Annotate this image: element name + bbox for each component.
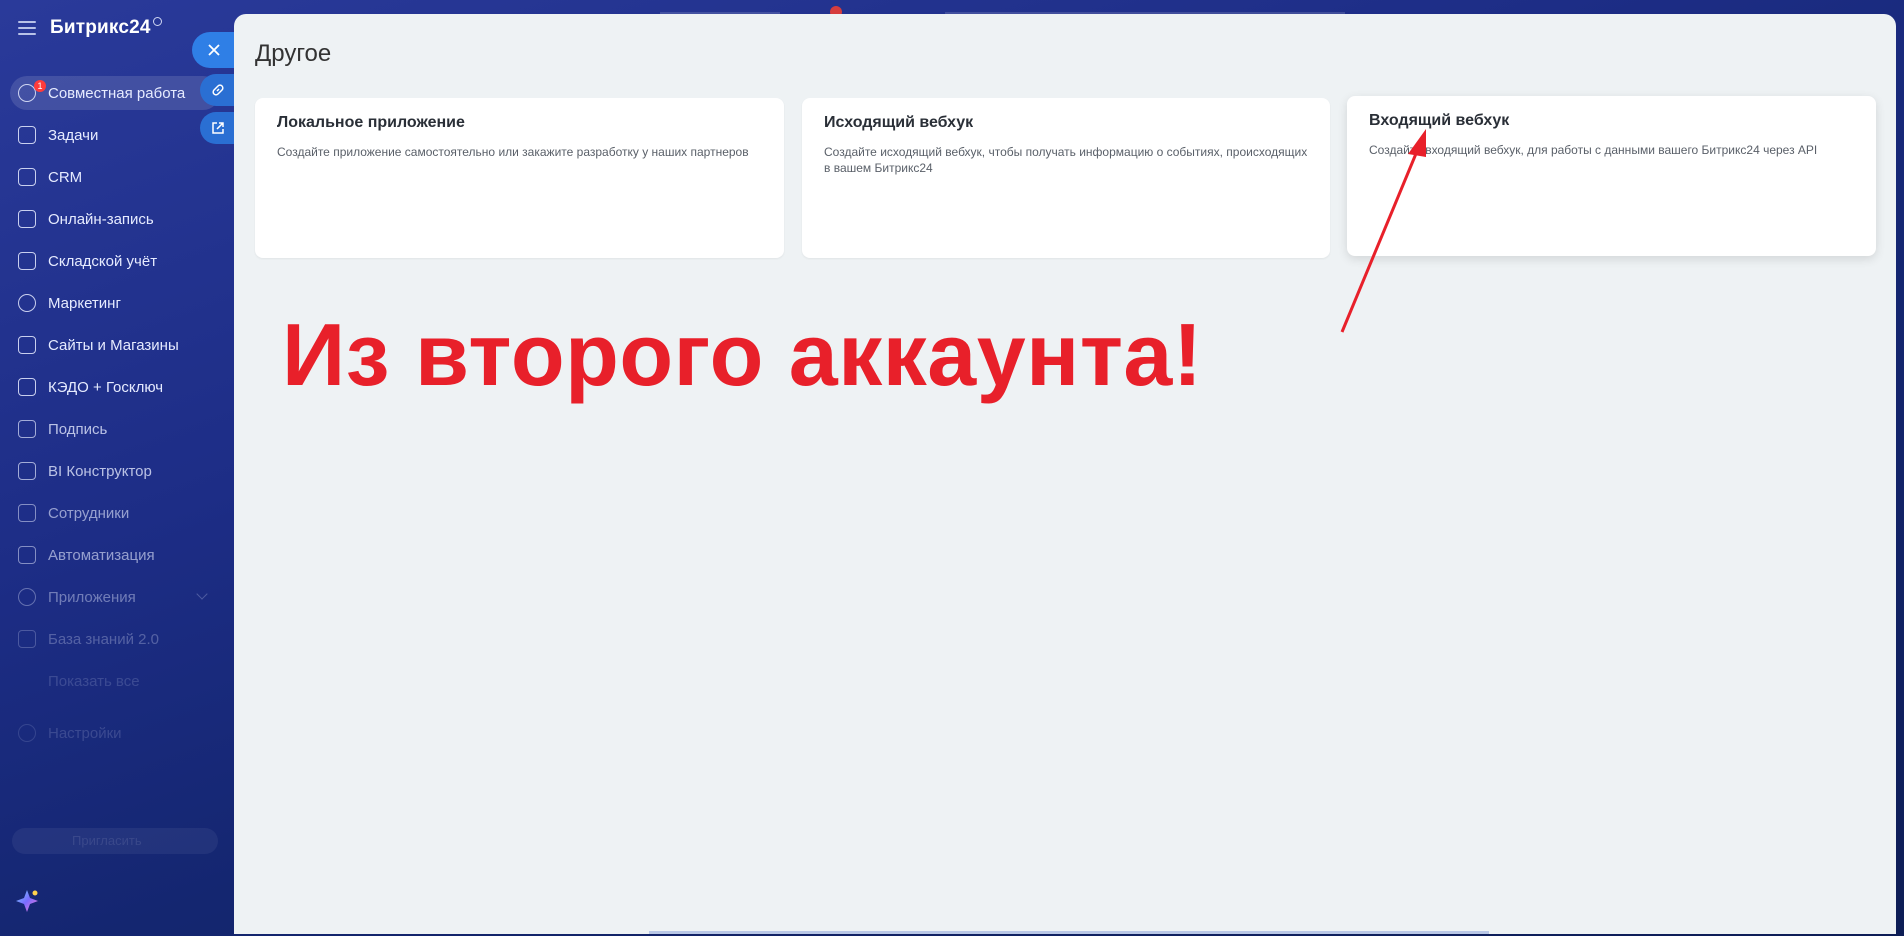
sidebar-item-label: Автоматизация (48, 546, 155, 564)
gear-icon (18, 724, 36, 742)
sidebar-item-sites[interactable]: Сайты и Магазины (10, 328, 220, 362)
sidebar: Битрикс24 1 Совместная работа Задачи CRM… (0, 0, 234, 936)
sidebar-item-label: BI Конструктор (48, 462, 152, 480)
close-slider-button[interactable] (192, 32, 236, 68)
sidebar-item-label: Сотрудники (48, 504, 130, 522)
card-title: Локальное приложение (277, 114, 465, 131)
chevron-down-icon (196, 588, 208, 600)
sidebar-item-knowledge[interactable]: База знаний 2.0 (10, 622, 220, 656)
card-title: Исходящий вебхук (824, 114, 974, 131)
sidebar-item-settings[interactable]: Настройки (10, 716, 220, 750)
book-icon (18, 630, 36, 648)
calendar-icon (18, 210, 36, 228)
card-description: Создайте приложение самостоятельно или з… (277, 145, 749, 159)
card-description: Создайте исходящий вебхук, чтобы получат… (824, 145, 1308, 175)
logo-row: Битрикс24 (18, 14, 162, 42)
sidebar-item-label: Задачи (48, 126, 99, 144)
app-window: Битрикс24 1 Совместная работа Задачи CRM… (0, 0, 1904, 936)
copy-link-button[interactable] (200, 74, 236, 106)
bottom-scroll-line (649, 931, 1489, 934)
sidebar-item-label: База знаний 2.0 (48, 630, 159, 648)
cart-icon (18, 336, 36, 354)
clock-icon (152, 17, 162, 26)
sidebar-item-bi[interactable]: BI Конструктор (10, 454, 220, 488)
sidebar-item-marketing[interactable]: Маркетинг (10, 286, 220, 320)
sidebar-item-label: Подпись (48, 420, 108, 438)
incoming-webhook-card[interactable]: Входящий вебхук Создайте входящий вебхук… (1347, 96, 1876, 256)
slider-panel: Другое Локальное приложение Создайте при… (234, 14, 1896, 934)
document-icon (18, 378, 36, 396)
sidebar-item-label: Маркетинг (48, 294, 121, 312)
page-title: Другое (255, 40, 332, 67)
sidebar-item-label: Приложения (48, 588, 136, 606)
logo[interactable]: Битрикс24 (50, 17, 162, 39)
sidebar-item-label: Настройки (48, 724, 122, 742)
sidebar-item-tasks[interactable]: Задачи (10, 118, 220, 152)
card-description: Создайте входящий вебхук, для работы с д… (1369, 143, 1818, 157)
open-new-window-button[interactable] (200, 112, 236, 144)
sidebar-item-kedo[interactable]: КЭДО + Госключ (10, 370, 220, 404)
close-icon (208, 44, 220, 56)
sidebar-item-label: Показать все (48, 672, 140, 690)
sidebar-item-label: Сайты и Магазины (48, 336, 179, 354)
sidebar-item-sign[interactable]: Подпись (10, 412, 220, 446)
target-icon (18, 294, 36, 312)
pen-icon (18, 420, 36, 438)
sidebar-item-label: Складской учёт (48, 252, 158, 270)
filter-icon (18, 168, 36, 186)
chevron-down-icon (18, 672, 36, 690)
menu-burger-icon[interactable] (18, 21, 36, 35)
ai-assistant-icon[interactable] (14, 888, 40, 914)
invite-button[interactable]: Пригласить (12, 828, 218, 854)
link-icon (212, 84, 224, 96)
sidebar-item-apps[interactable]: Приложения (10, 580, 220, 614)
warehouse-icon (18, 252, 36, 270)
sidebar-item-label: CRM (48, 168, 83, 186)
sidebar-menu: 1 Совместная работа Задачи CRM Онлайн-за… (10, 76, 220, 758)
robot-icon (18, 546, 36, 564)
card-title: Входящий вебхук (1369, 112, 1510, 129)
people-icon (18, 504, 36, 522)
sidebar-item-show-all[interactable]: Показать все (10, 664, 220, 698)
sidebar-item-collaboration[interactable]: 1 Совместная работа (10, 76, 220, 110)
local-app-card[interactable]: Локальное приложение Создайте приложение… (255, 98, 784, 258)
sidebar-item-automation[interactable]: Автоматизация (10, 538, 220, 572)
sidebar-item-label: Совместная работа (48, 84, 186, 102)
sidebar-item-booking[interactable]: Онлайн-запись (10, 202, 220, 236)
notification-badge: 1 (34, 80, 46, 92)
outgoing-webhook-card[interactable]: Исходящий вебхук Создайте исходящий вебх… (802, 98, 1330, 258)
sidebar-item-label: КЭДО + Госключ (48, 378, 164, 396)
sidebar-item-label: Онлайн-запись (48, 210, 154, 228)
logo-text: Битрикс24 (50, 17, 151, 38)
checkbox-icon (18, 126, 36, 144)
external-link-icon (212, 122, 224, 134)
chart-icon (18, 462, 36, 480)
annotation-text: Из второго аккаунта! (282, 305, 1203, 404)
apps-icon (18, 588, 36, 606)
sidebar-item-crm[interactable]: CRM (10, 160, 220, 194)
sidebar-item-employees[interactable]: Сотрудники (10, 496, 220, 530)
sidebar-item-warehouse[interactable]: Складской учёт (10, 244, 220, 278)
